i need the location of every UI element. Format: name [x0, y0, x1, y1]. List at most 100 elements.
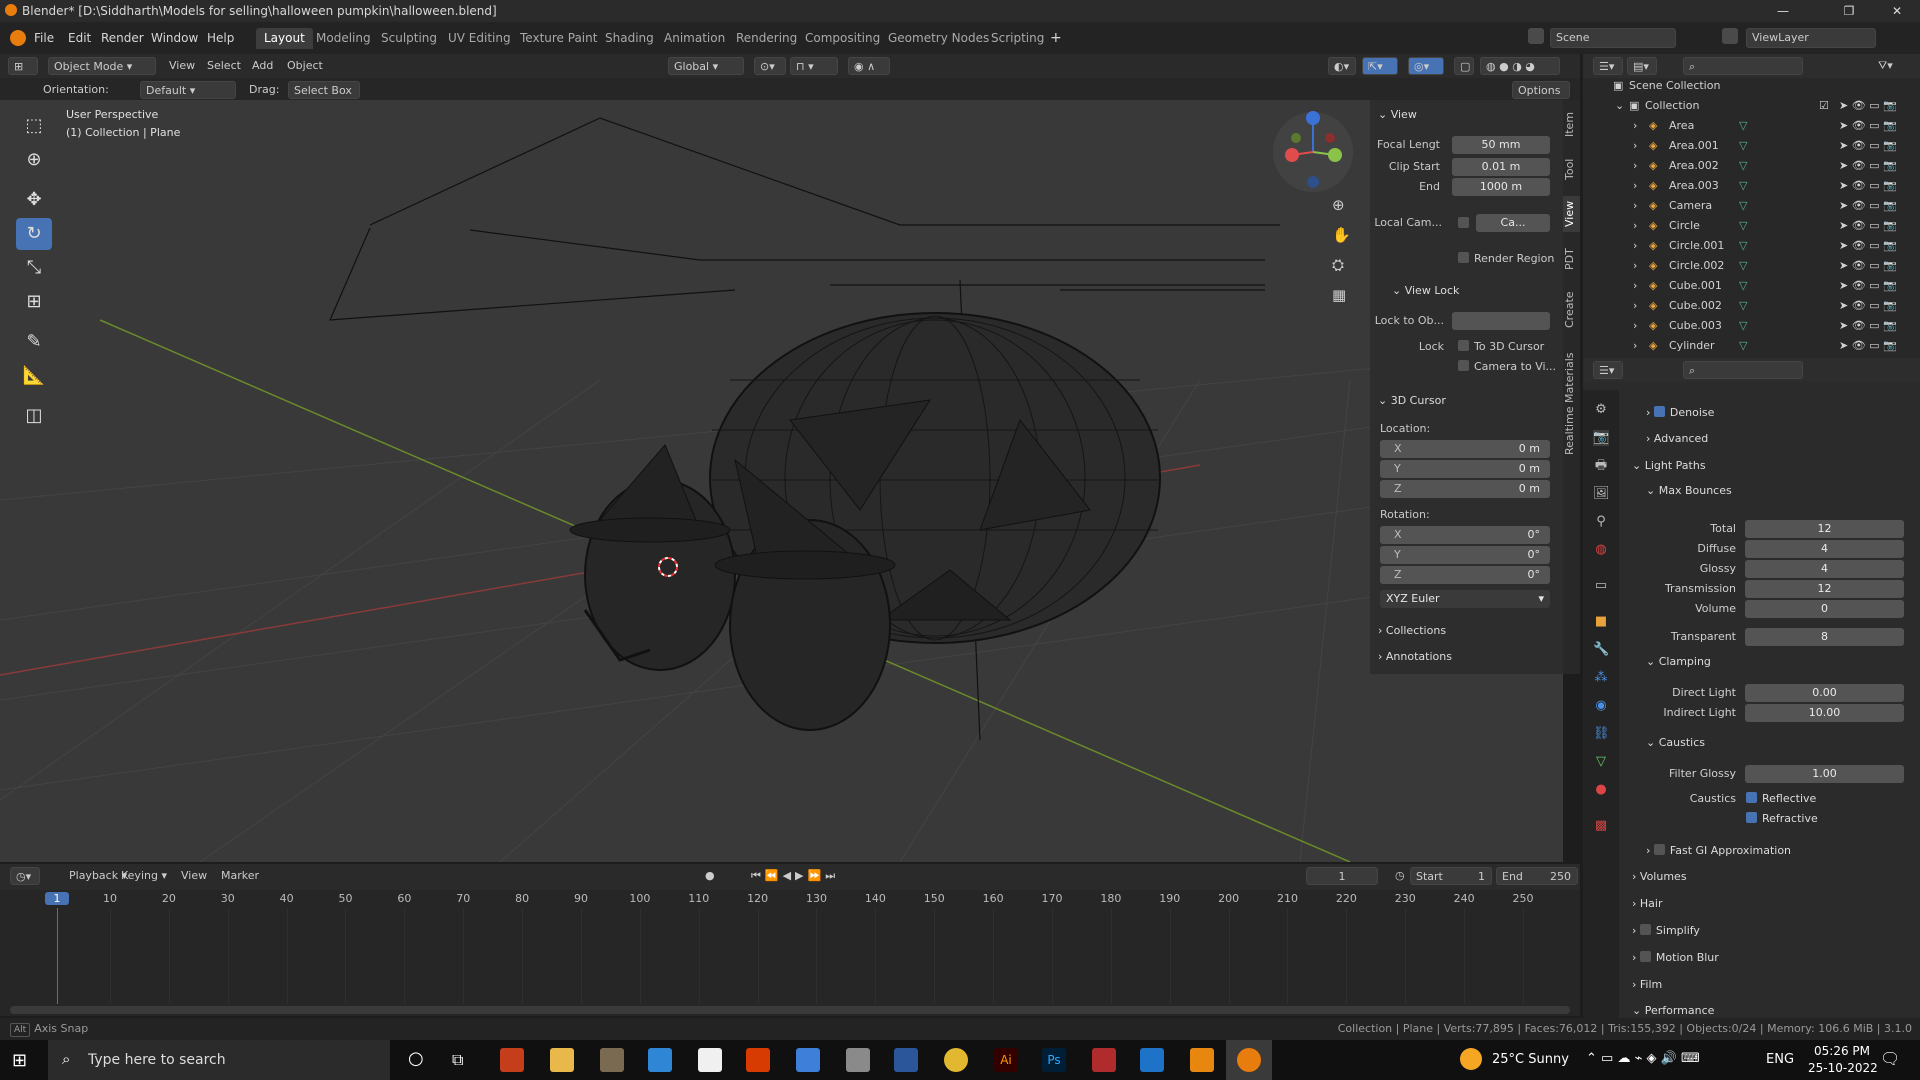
physics-tab-icon[interactable]: ◉	[1593, 698, 1609, 714]
view-lock-header[interactable]: ⌄ View Lock	[1392, 284, 1459, 297]
tool-tab-icon[interactable]: ⚙	[1593, 402, 1609, 418]
app-icon[interactable]	[1092, 1048, 1116, 1072]
simplify-checkbox[interactable]	[1639, 924, 1651, 935]
tab-view[interactable]: View	[1563, 196, 1580, 232]
orientation-dropdown[interactable]: Default ▾	[140, 81, 236, 99]
motion-blur-panel[interactable]: › Motion Blur	[1632, 951, 1719, 964]
expand-icon[interactable]: ›	[1633, 136, 1637, 156]
row-toggle-icons[interactable]: ➤ 👁 ▭ 📷	[1839, 216, 1897, 236]
rotation-mode-dropdown[interactable]: XYZ Euler ▾	[1380, 590, 1550, 608]
cursor-rotation-y[interactable]: Y 0°	[1380, 546, 1550, 564]
modifiers-tab-icon[interactable]: 🔧	[1593, 642, 1609, 658]
filter-icon[interactable]: ⛛▾	[1873, 57, 1898, 75]
simplify-panel[interactable]: › Simplify	[1632, 924, 1700, 937]
app-icon[interactable]	[600, 1048, 624, 1072]
menu-view[interactable]: View	[164, 57, 200, 75]
cursor-rotation-x[interactable]: X 0°	[1380, 526, 1550, 544]
camera-to-view-checkbox[interactable]	[1458, 360, 1469, 371]
tab-layout[interactable]: Layout	[256, 28, 313, 49]
collection-tab-icon[interactable]: ▭	[1593, 578, 1609, 594]
ortho-toggle-icon[interactable]: ▦	[1332, 286, 1346, 304]
move-tool-icon[interactable]: ✥	[16, 184, 52, 216]
outliner-row[interactable]: › ◈ Circle.001 ▽ ➤ 👁 ▭ 📷	[1583, 236, 1920, 256]
view-layer-tab-icon[interactable]: 🖼	[1593, 486, 1610, 502]
annotations-header[interactable]: › Annotations	[1378, 650, 1452, 663]
cursor-tool-icon[interactable]: ⊕	[16, 144, 52, 176]
editor-type-button[interactable]: ⊞	[8, 57, 38, 75]
camera-to-view-toggle[interactable]: Camera to Vi...	[1458, 360, 1556, 373]
tab-tool[interactable]: Tool	[1563, 152, 1580, 186]
3d-cursor-header[interactable]: ⌄ 3D Cursor	[1378, 394, 1446, 407]
row-toggle-icons[interactable]: ➤ 👁 ▭ 📷	[1839, 336, 1897, 356]
language-indicator[interactable]: ENG	[1766, 1052, 1794, 1067]
tab-rendering[interactable]: Rendering	[728, 28, 805, 49]
row-toggle-icons[interactable]: ➤ 👁 ▭ 📷	[1839, 296, 1897, 316]
outliner-row[interactable]: › ◈ Area ▽ ➤ 👁 ▭ 📷	[1583, 116, 1920, 136]
properties-search-input[interactable]: ⌕	[1683, 361, 1803, 379]
annotate-tool-icon[interactable]: ✎	[16, 326, 52, 358]
tab-item[interactable]: Item	[1563, 106, 1580, 142]
row-toggle-icons[interactable]: ➤ 👁 ▭ 📷	[1839, 176, 1897, 196]
menu-edit[interactable]: Edit	[68, 29, 91, 47]
expand-icon[interactable]: ›	[1633, 276, 1637, 296]
measure-tool-icon[interactable]: 📐	[16, 360, 52, 392]
timeline-marker-menu[interactable]: Marker	[216, 867, 264, 885]
add-cube-tool-icon[interactable]: ◫	[16, 400, 52, 432]
expand-icon[interactable]: ›	[1633, 316, 1637, 336]
output-tab-icon[interactable]: 🖶	[1593, 458, 1609, 474]
overlay-toggle[interactable]: ◎▾	[1408, 57, 1444, 75]
tab-geometry-nodes[interactable]: Geometry Nodes	[880, 28, 997, 49]
task-view-icon[interactable]: ⧉	[452, 1050, 463, 1070]
cortana-icon[interactable]: ○	[408, 1048, 424, 1069]
tab-compositing[interactable]: Compositing	[797, 28, 888, 49]
particles-tab-icon[interactable]: ⁂	[1593, 670, 1609, 686]
outliner-row[interactable]: › ◈ Cylinder ▽ ➤ 👁 ▭ 📷	[1583, 336, 1920, 356]
lock-to-object-field[interactable]	[1452, 312, 1550, 330]
drag-dropdown[interactable]: Select Box	[288, 81, 360, 99]
menu-object[interactable]: Object	[282, 57, 328, 75]
outliner-search-input[interactable]: ⌕	[1683, 57, 1803, 75]
denoise-checkbox[interactable]	[1653, 406, 1665, 417]
keying-menu[interactable]: Keying ▾	[116, 867, 172, 885]
xray-toggle[interactable]: ▢	[1454, 57, 1474, 75]
denoise-panel[interactable]: › Denoise	[1646, 406, 1714, 419]
weather-label[interactable]: 25°C Sunny	[1492, 1052, 1569, 1067]
outliner-row[interactable]: › ◈ Circle.002 ▽ ➤ 👁 ▭ 📷	[1583, 256, 1920, 276]
playback-controls[interactable]: ⏮⏪◀▶⏩⏭	[746, 867, 844, 885]
powerpoint-icon[interactable]	[500, 1048, 524, 1072]
row-toggle-icons[interactable]: ➤ 👁 ▭ 📷	[1839, 236, 1897, 256]
lock-to-cursor-toggle[interactable]: To 3D Cursor	[1458, 340, 1544, 353]
cursor-rotation-z[interactable]: Z 0°	[1380, 566, 1550, 584]
reflective-checkbox[interactable]	[1746, 792, 1757, 803]
texture-tab-icon[interactable]: ▩	[1593, 818, 1609, 834]
select-box-icon[interactable]: ⬚	[16, 110, 52, 142]
tab-pdt[interactable]: PDT	[1563, 242, 1580, 276]
view-section-header[interactable]: ⌄ View	[1378, 108, 1417, 121]
expand-icon[interactable]: ›	[1633, 336, 1637, 356]
navigation-gizmo[interactable]	[1273, 111, 1353, 192]
bounce-field[interactable]: 0	[1745, 600, 1904, 618]
end-frame-field[interactable]: End 250	[1496, 867, 1578, 885]
filter-glossy-field[interactable]: 1.00	[1745, 765, 1904, 783]
timeline-view-menu[interactable]: View	[176, 867, 212, 885]
scene-selector[interactable]: Scene	[1550, 28, 1676, 48]
menu-select[interactable]: Select	[202, 57, 246, 75]
record-button[interactable]: ●	[700, 867, 720, 885]
render-region-toggle[interactable]: Render Region	[1458, 252, 1554, 265]
viewport-3d[interactable]: User Perspective (1) Collection | Plane …	[0, 100, 1563, 862]
options-dropdown[interactable]: Options	[1512, 81, 1570, 99]
current-frame-field[interactable]: 1	[1306, 867, 1378, 885]
chrome-icon[interactable]	[944, 1048, 968, 1072]
refractive-toggle[interactable]: Refractive	[1746, 812, 1818, 825]
indirect-light-field[interactable]: 10.00	[1745, 704, 1904, 722]
outliner-row[interactable]: › ◈ Area.001 ▽ ➤ 👁 ▭ 📷	[1583, 136, 1920, 156]
cursor-location-y[interactable]: Y 0 m	[1380, 460, 1550, 478]
outliner-editor-type[interactable]: ☰▾	[1593, 57, 1623, 75]
timeline-area[interactable]: 1 10 20 30 40 50 60 70 80 90 100 110 120 130 140 150 160…	[0, 890, 1580, 1016]
collection-row[interactable]: ⌄ ▣ Collection ☑ ➤ 👁 ▭ 📷	[1583, 96, 1920, 116]
app-icon[interactable]	[846, 1048, 870, 1072]
clip-end-field[interactable]: 1000 m	[1452, 178, 1550, 196]
scene-tab-icon[interactable]: ⚲	[1593, 514, 1609, 530]
store-icon[interactable]	[698, 1048, 722, 1072]
focal-length-field[interactable]: 50 mm	[1452, 136, 1550, 154]
